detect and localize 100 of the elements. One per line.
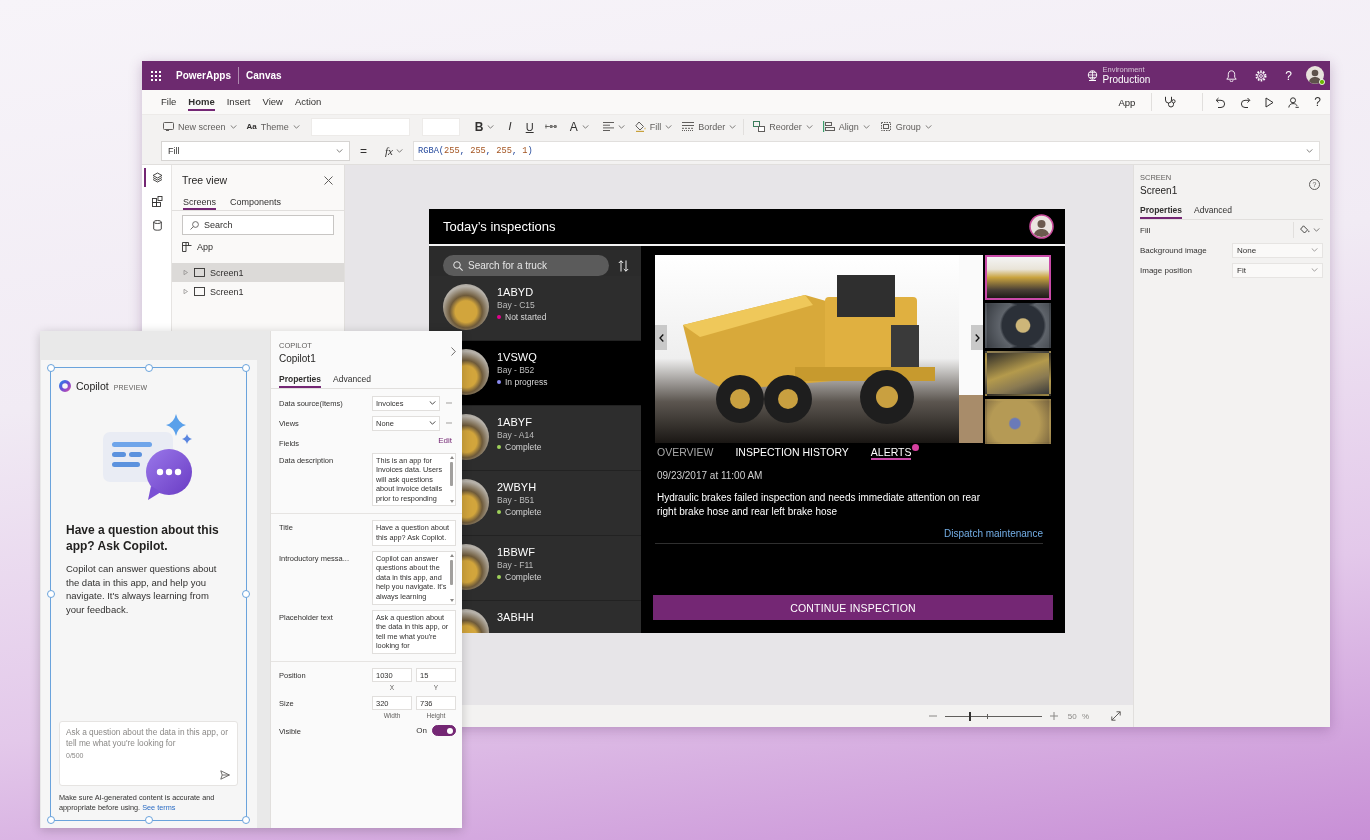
truck-id: 2WBYH [497,481,538,493]
chevron-down-icon [862,124,870,129]
strikethrough-icon[interactable] [544,123,557,130]
app-launcher-icon[interactable] [151,70,161,81]
panel-tab[interactable]: Properties [279,373,322,388]
menu-tab[interactable]: Insert [226,93,251,111]
sort-icon[interactable] [618,259,629,272]
product-name: PowerApps [176,70,231,81]
tree-item[interactable]: Screen1 [172,263,344,282]
mode-name: Canvas [246,70,282,81]
resize-handle[interactable] [242,364,250,372]
font-color-button[interactable]: A [566,117,592,136]
resize-handle[interactable] [242,590,250,598]
align-left-icon [602,122,614,131]
app-button[interactable]: App [1114,94,1140,110]
copilot-heading: Have a question about this app? Ask Copilot. [65,522,220,554]
avatar-icon[interactable] [1306,66,1325,85]
close-icon[interactable] [324,175,333,185]
group-icon [879,121,892,132]
play-icon[interactable] [1265,96,1275,108]
previous-button[interactable] [655,325,667,350]
underline-button[interactable]: U [522,118,537,135]
fill-button[interactable]: Fill [631,119,676,134]
property-dropdown[interactable]: Fill [161,141,350,161]
menu-tab[interactable]: Action [294,93,322,111]
settings-icon[interactable] [1255,69,1268,82]
align-button[interactable]: Align [819,119,873,134]
resize-handle[interactable] [144,816,153,824]
expand-icon[interactable] [1111,711,1121,721]
resize-handle[interactable] [47,816,55,824]
bold-button[interactable]: B [471,117,498,136]
chevron-down-icon [1313,228,1320,232]
resize-handle[interactable] [47,364,55,372]
chevron-down-icon [429,401,436,405]
border-button[interactable]: Border [679,119,740,134]
help-button[interactable]: ? [1285,69,1292,82]
photo-thumbnail[interactable] [985,255,1051,300]
next-button[interactable] [971,325,983,350]
layers-icon [152,172,163,183]
question-input-field[interactable]: Ask a question about the data in this app, or tell me what you're looking for [66,727,230,751]
photo-thumbnail[interactable] [985,399,1051,444]
person-icon[interactable] [1288,96,1300,108]
formula-field[interactable]: RGBA(255, 255, 255, 1) [413,141,1320,161]
chevron-right-icon[interactable] [451,347,456,356]
paint-bucket-icon [634,121,646,132]
bell-icon[interactable] [1226,69,1238,82]
menu-tab[interactable]: Home [188,93,215,111]
send-icon[interactable] [220,770,230,780]
avatar-icon[interactable] [1029,214,1054,239]
chevron-down-icon [581,124,589,129]
screen-icon [194,287,205,296]
copilot-title: Copilot [76,380,109,392]
scrollbar[interactable] [449,455,454,504]
help-button[interactable]: ? [1314,96,1321,108]
paint-bucket-icon [1300,225,1310,235]
chevron-down-icon [1311,248,1318,252]
dropdown[interactable]: None [1232,242,1323,258]
dropdown[interactable]: Fit [1232,262,1323,278]
app-title: Today’s inspections [443,219,556,234]
bay-label: Bay - A14 [497,430,535,440]
detail-tab[interactable]: ALERTS [870,444,912,460]
search-field[interactable]: Search [182,215,334,235]
continue-button[interactable]: CONTINUE INSPECTION [653,595,1053,620]
detail-tab[interactable]: INSPECTION HISTORY [735,444,849,460]
panel-tab[interactable]: Screens [183,195,217,210]
dispatch-link[interactable]: Dispatch maintenance [944,528,1043,539]
status-label: Complete [505,442,542,452]
chevron-down-icon [229,124,237,129]
panel-tab[interactable]: Properties [1140,204,1183,219]
redo-icon[interactable] [1240,96,1252,108]
panel-tab[interactable]: Components [230,195,282,210]
layers-icon [753,121,766,132]
tree-item[interactable]: App [172,238,344,256]
menu-tab[interactable]: File [161,93,177,111]
resize-handle[interactable] [144,364,153,372]
stethoscope-icon[interactable] [1164,96,1177,108]
truck-id: 1VSWQ [497,351,538,363]
reorder-button[interactable]: Reorder [750,119,816,134]
theme-button[interactable]: Aa Theme [243,119,303,134]
environment-name[interactable]: Production [1102,74,1151,86]
scrollbar[interactable] [449,553,454,602]
panel-tab[interactable]: Advanced [333,373,371,388]
globe-icon[interactable] [1086,70,1098,81]
photo-thumbnail[interactable] [985,351,1051,396]
chevron-down-icon [292,124,300,129]
group-button[interactable]: Group [876,119,935,134]
panel-tab[interactable]: Advanced [1194,204,1232,219]
resize-handle[interactable] [242,816,250,824]
resize-handle[interactable] [47,590,55,598]
truck-id: 1BBWF [497,546,536,558]
italic-button[interactable]: I [505,118,515,135]
search-field[interactable]: Search for a truck [443,255,609,276]
new-screen-button[interactable]: New screen [160,119,240,134]
tree-item-label: App [197,242,213,252]
tree-item[interactable]: Screen1 [172,282,344,301]
toggle-switch[interactable] [432,725,456,736]
undo-icon[interactable] [1215,96,1227,108]
menu-tab[interactable]: View [262,93,283,111]
photo-thumbnail[interactable] [985,303,1051,348]
edit-link[interactable]: Edit [438,435,452,445]
